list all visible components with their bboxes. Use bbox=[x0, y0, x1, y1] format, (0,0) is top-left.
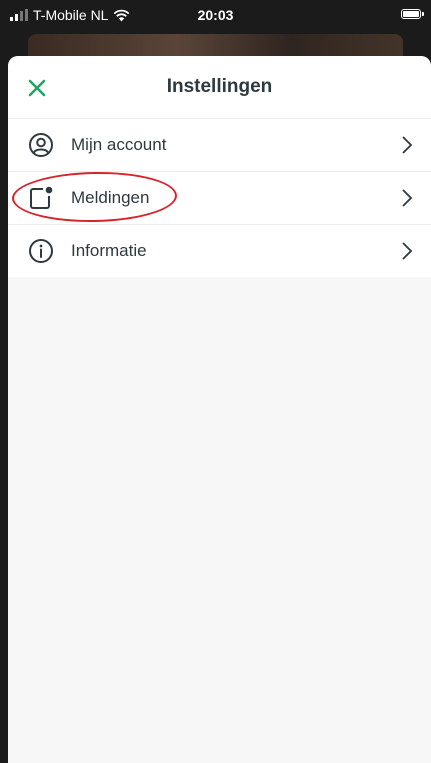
page-title: Instellingen bbox=[166, 76, 273, 97]
menu-item-label: Mijn account bbox=[71, 135, 167, 154]
battery-icon bbox=[401, 9, 421, 19]
chevron-right-icon bbox=[402, 242, 413, 260]
notification-icon bbox=[30, 186, 53, 209]
user-circle-icon bbox=[29, 133, 53, 157]
menu-item-notifications[interactable]: Meldingen bbox=[8, 171, 431, 224]
sheet-header: Instellingen bbox=[8, 56, 431, 118]
info-icon bbox=[29, 239, 53, 263]
status-time: 20:03 bbox=[197, 7, 234, 23]
status-bar: T-Mobile NL 20:03 bbox=[0, 0, 431, 34]
settings-sheet: Instellingen Mijn account Meldingen Info… bbox=[8, 56, 431, 763]
menu-item-my-account[interactable]: Mijn account bbox=[8, 118, 431, 171]
battery-cap bbox=[422, 12, 424, 16]
menu-item-information[interactable]: Informatie bbox=[8, 224, 431, 277]
menu-item-label: Meldingen bbox=[71, 188, 150, 207]
settings-menu: Mijn account Meldingen Informatie bbox=[8, 118, 431, 277]
chevron-right-icon bbox=[402, 136, 413, 154]
chevron-right-icon bbox=[402, 189, 413, 207]
menu-item-label: Informatie bbox=[71, 241, 147, 260]
